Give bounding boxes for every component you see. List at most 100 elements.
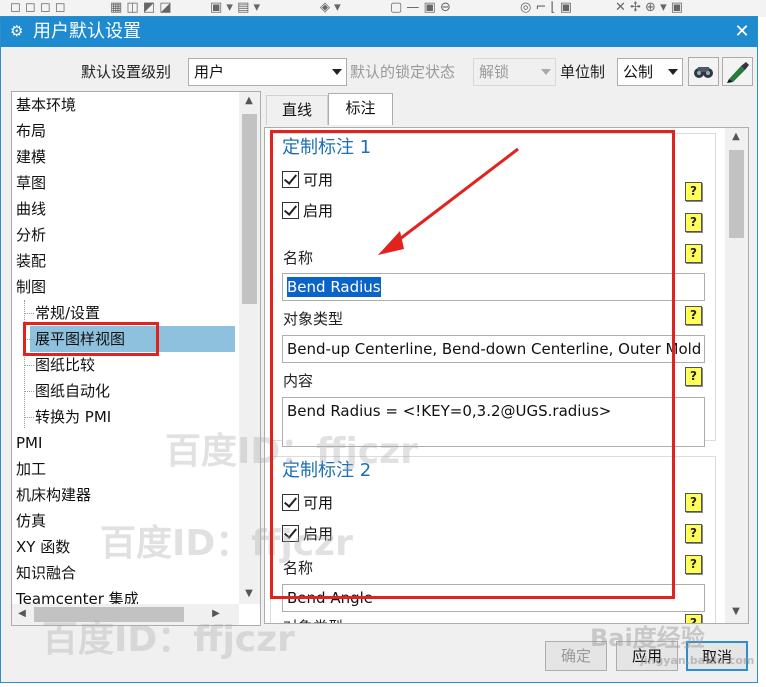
- tree-item[interactable]: 加工: [12, 456, 235, 482]
- cancel-button[interactable]: 取消: [686, 641, 748, 671]
- pen-wizard-icon: [727, 62, 749, 83]
- tree-item[interactable]: 知识融合: [12, 560, 235, 586]
- close-button[interactable]: ✕: [729, 19, 755, 45]
- scroll-up-icon[interactable]: ▲: [726, 131, 746, 142]
- tree-item[interactable]: 机床构建器: [12, 482, 235, 508]
- tree-vertical-scrollbar[interactable]: ▲ ▼: [239, 92, 260, 604]
- lock-state-select[interactable]: 解锁: [473, 58, 556, 86]
- chevron-down-icon: [332, 69, 342, 75]
- gear-icon: ⚙: [10, 22, 24, 40]
- scroll-thumb[interactable]: [34, 607, 184, 622]
- default-level-label: 默认设置级别: [81, 63, 172, 81]
- checkbox-checked-icon[interactable]: [282, 171, 299, 188]
- checkbox-checked-icon[interactable]: [282, 202, 299, 219]
- tree-connector: [24, 300, 25, 428]
- content-textarea[interactable]: Bend Radius = <!KEY=0,3.2@UGS.radius>: [282, 397, 705, 447]
- toolbar-icon: ✕ ✢ ⊕ ▾ ▣: [615, 0, 684, 15]
- tree-item[interactable]: XY 函数: [12, 534, 235, 560]
- content-label: 内容: [283, 372, 314, 390]
- enable-checkbox[interactable]: 启用: [282, 522, 333, 546]
- name-label: 名称: [283, 559, 314, 577]
- enable-label: 启用: [303, 202, 334, 220]
- dialog-title: 用户默认设置: [33, 21, 141, 42]
- help-icon[interactable]: ?: [685, 367, 702, 386]
- tree-connector: [24, 339, 34, 340]
- help-icon[interactable]: ?: [685, 244, 702, 263]
- lock-state-value: 解锁: [479, 63, 510, 81]
- tree-item-label: 装配: [16, 252, 47, 270]
- tree-item-label: 常规/设置: [35, 304, 101, 322]
- tree-item[interactable]: 曲线: [12, 196, 235, 222]
- help-icon[interactable]: ?: [685, 182, 702, 201]
- tree-item[interactable]: 图纸比较: [30, 352, 235, 378]
- scroll-down-icon[interactable]: ▼: [726, 606, 746, 617]
- checkbox-checked-icon[interactable]: [282, 525, 299, 542]
- annotation-arrow: [378, 147, 519, 255]
- scroll-thumb[interactable]: [729, 150, 744, 238]
- help-icon[interactable]: ?: [685, 213, 702, 232]
- object-type-label: 对象类型: [283, 310, 344, 328]
- category-tree[interactable]: 基本环境 布局 建模草图曲线分析装配制图常规/设置展平图样视图图纸比较图纸自动化转换…: [11, 91, 261, 626]
- scroll-thumb[interactable]: [242, 114, 257, 304]
- tree-horizontal-scrollbar[interactable]: ◀ ▶: [12, 604, 239, 625]
- help-icon[interactable]: ?: [685, 493, 702, 512]
- tree-item[interactable]: PMI: [12, 430, 235, 456]
- background-toolbar: ◻ ◻ ◻ ◻ ▦ ◫ ◩ ◪ ▣ ▾ ▤ ▾ ◈ ▾ ▢ — ▣ ⊖ ◎ ⌐ …: [0, 0, 766, 17]
- tree-item[interactable]: 装配: [12, 248, 235, 274]
- tab-annotations[interactable]: 标注: [328, 93, 393, 125]
- group-title: 定制标注 2: [282, 460, 372, 481]
- usable-label: 可用: [303, 171, 334, 189]
- enable-checkbox[interactable]: 启用: [282, 199, 333, 223]
- apply-button[interactable]: 应用: [616, 641, 678, 671]
- toolbar-icon: ▦ ◫ ◩ ◪: [110, 0, 172, 15]
- unit-system-select[interactable]: 公制: [617, 58, 683, 86]
- tree-connector: [24, 417, 34, 418]
- help-icon[interactable]: ?: [685, 306, 702, 325]
- tab-lines[interactable]: 直线: [266, 95, 328, 125]
- toolbar-icon: ▣ ▾ ▤ ▾: [210, 0, 261, 15]
- tree-item-label: 仿真: [16, 512, 47, 530]
- tree-item[interactable]: 制图: [12, 274, 235, 300]
- object-type-input[interactable]: Bend-up Centerline, Bend-down Centerline…: [282, 335, 705, 363]
- tree-item[interactable]: 仿真: [12, 508, 235, 534]
- usable-checkbox[interactable]: 可用: [282, 168, 333, 192]
- name-input[interactable]: Bend Radius: [282, 273, 705, 301]
- title-bar[interactable]: ⚙ 用户默认设置 ✕: [1, 17, 757, 47]
- unit-system-label: 单位制: [560, 63, 606, 81]
- tree-item[interactable]: 草图: [12, 170, 235, 196]
- tree-item-label: 图纸比较: [35, 356, 96, 374]
- tree-item-label: 制图: [16, 278, 47, 296]
- usable-label: 可用: [303, 494, 334, 512]
- tree-item[interactable]: 布局: [12, 118, 235, 144]
- help-icon[interactable]: ?: [685, 555, 702, 574]
- lock-state-label: 默认的锁定状态: [350, 63, 456, 81]
- checkbox-checked-icon[interactable]: [282, 494, 299, 511]
- scroll-right-icon[interactable]: ▶: [206, 608, 226, 619]
- help-icon[interactable]: ?: [685, 614, 702, 623]
- name-input[interactable]: Bend Angle: [282, 584, 705, 612]
- enable-label: 启用: [303, 525, 334, 543]
- tree-item[interactable]: 分析: [12, 222, 235, 248]
- help-icon[interactable]: ?: [685, 524, 702, 543]
- tree-item[interactable]: 常规/设置: [30, 300, 235, 326]
- ok-button[interactable]: 确定: [545, 641, 607, 671]
- scroll-left-icon[interactable]: ◀: [12, 608, 32, 619]
- content-vertical-scrollbar[interactable]: ▲ ▼: [725, 128, 748, 623]
- scroll-down-icon[interactable]: ▼: [239, 588, 259, 599]
- default-level-select[interactable]: 用户: [188, 58, 347, 86]
- usable-checkbox[interactable]: 可用: [282, 491, 333, 515]
- tree-item[interactable]: 转换为 PMI: [30, 404, 235, 430]
- chevron-down-icon: [541, 69, 551, 75]
- scroll-up-icon[interactable]: ▲: [239, 95, 259, 106]
- tree-item[interactable]: 建模: [12, 144, 235, 170]
- tree-item[interactable]: 图纸自动化: [30, 378, 235, 404]
- tree-item-label: 图纸自动化: [35, 382, 111, 400]
- find-default-button[interactable]: [688, 57, 719, 86]
- tree-item-label: 草图: [16, 174, 47, 192]
- tree-connector: [24, 391, 34, 392]
- tree-item-label: 分析: [16, 226, 47, 244]
- tree-item[interactable]: 基本环境: [12, 92, 235, 118]
- tree-item-label: 机床构建器: [16, 486, 92, 504]
- wizard-button[interactable]: [722, 57, 753, 86]
- tree-item[interactable]: 展平图样视图: [30, 326, 235, 352]
